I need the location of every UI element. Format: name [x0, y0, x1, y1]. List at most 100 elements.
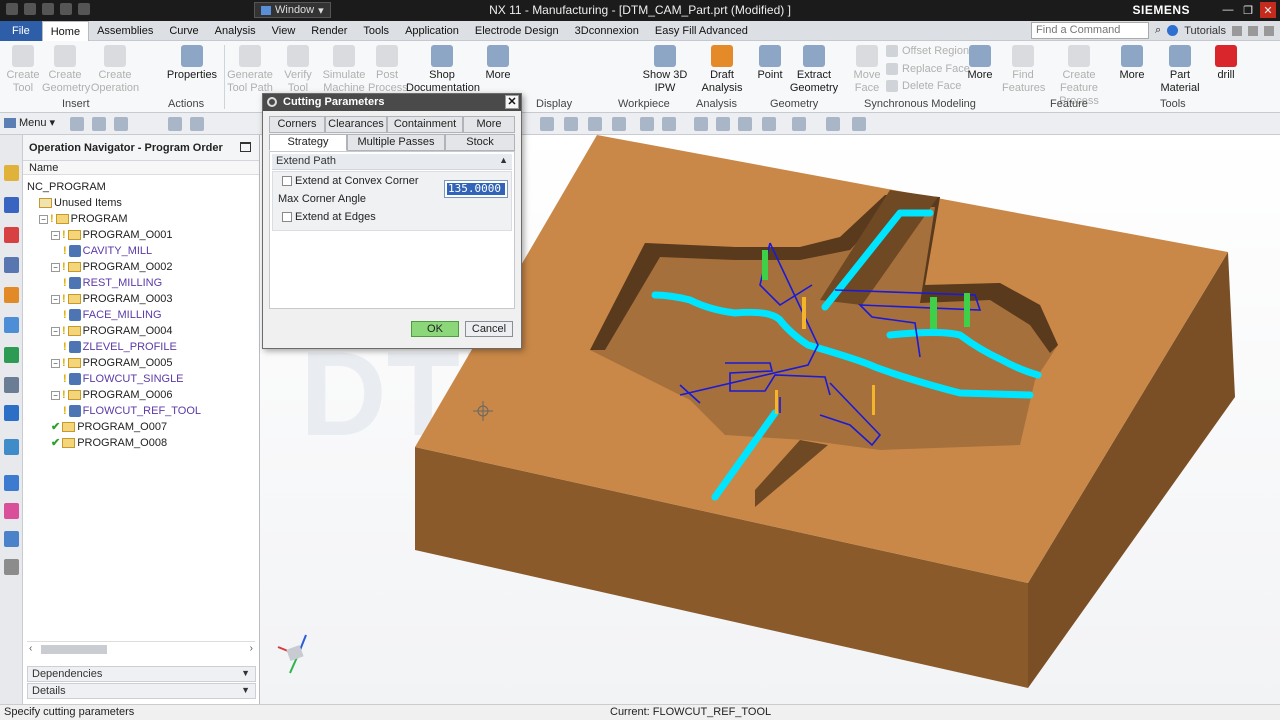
orient-icon[interactable] — [762, 117, 776, 131]
ribbon-minimize-icon[interactable] — [1232, 25, 1242, 36]
program-row[interactable]: NC_PROGRAM — [27, 179, 106, 195]
create-geometry-button[interactable]: Create Geometry — [42, 45, 90, 95]
tab-curve[interactable]: Curve — [161, 21, 206, 41]
zoom-icon[interactable] — [564, 117, 578, 131]
view-cube-icon[interactable] — [662, 117, 676, 131]
tab-corners[interactable]: Corners — [269, 116, 325, 133]
program-row[interactable]: −! PROGRAM_O003 — [51, 291, 173, 307]
details-panel[interactable]: Details ▼ — [27, 683, 256, 699]
history-icon[interactable] — [4, 317, 19, 333]
tab-multiple-passes[interactable]: Multiple Passes — [347, 134, 445, 151]
machine-tool-icon[interactable] — [4, 287, 19, 303]
draft-analysis-button[interactable]: Draft Analysis — [696, 45, 748, 95]
replace-face-button[interactable]: Replace Face — [886, 63, 970, 75]
tab-easy-fill-advanced[interactable]: Easy Fill Advanced — [647, 21, 756, 41]
tab-view[interactable]: View — [264, 21, 304, 41]
search-icon[interactable]: ⌕ — [1155, 24, 1161, 37]
collapse-icon[interactable]: − — [39, 214, 48, 224]
maximize-panel-button[interactable] — [240, 142, 251, 152]
type-filter-icon[interactable] — [70, 117, 84, 131]
ok-button[interactable]: OK — [411, 321, 459, 337]
tab-containment[interactable]: Containment — [387, 116, 463, 133]
horizontal-scrollbar[interactable]: ‹ › — [27, 641, 255, 655]
more-actions-button[interactable]: More — [482, 45, 514, 82]
drill-button[interactable]: drill — [1210, 45, 1242, 82]
fit-icon[interactable] — [540, 117, 554, 131]
operation-row[interactable]: ! ZLEVEL_PROFILE — [63, 339, 177, 355]
operation-row[interactable]: ! FLOWCUT_REF_TOOL — [63, 403, 201, 419]
dialog-close-button[interactable]: ✕ — [505, 95, 519, 109]
scrollbar-thumb[interactable] — [41, 645, 107, 654]
select-icon[interactable] — [168, 117, 182, 131]
collapse-icon[interactable]: − — [51, 230, 60, 240]
program-row[interactable]: −! PROGRAM — [39, 211, 128, 227]
operation-row[interactable]: ! FLOWCUT_SINGLE — [63, 371, 184, 387]
scroll-right-icon[interactable]: › — [250, 643, 253, 654]
more-feature-button[interactable]: More — [1116, 45, 1148, 82]
extract-geometry-button[interactable]: Extract Geometry — [786, 45, 842, 95]
manufacturing-wizard-icon[interactable] — [4, 531, 19, 547]
tab-analysis[interactable]: Analysis — [207, 21, 264, 41]
tab-more[interactable]: More — [463, 116, 515, 133]
restore-button[interactable]: ❐ — [1240, 2, 1256, 18]
web-browser-icon[interactable] — [4, 405, 19, 421]
properties-button[interactable]: Properties — [164, 45, 220, 82]
frame-icon[interactable] — [612, 117, 626, 131]
cancel-button[interactable]: Cancel — [465, 321, 513, 337]
program-row[interactable]: ✔ PROGRAM_O007 — [51, 419, 167, 435]
column-header-name[interactable]: Name — [23, 161, 259, 175]
more-sync-button[interactable]: More — [964, 45, 996, 82]
work-layer-icon[interactable] — [826, 117, 840, 131]
program-row[interactable]: Unused Items — [39, 195, 122, 211]
tab-render[interactable]: Render — [303, 21, 355, 41]
program-row[interactable]: −! PROGRAM_O004 — [51, 323, 173, 339]
tab-stock[interactable]: Stock — [445, 134, 515, 151]
zoom-window-icon[interactable] — [694, 117, 708, 131]
tab-assemblies[interactable]: Assemblies — [89, 21, 161, 41]
system-materials-icon[interactable] — [4, 377, 19, 393]
minimize-button[interactable]: — — [1220, 2, 1236, 18]
extend-convex-corner-checkbox[interactable] — [282, 176, 292, 186]
assembly-navigator-icon[interactable] — [4, 227, 19, 243]
show-hide-icon[interactable] — [852, 117, 866, 131]
offset-region-button[interactable]: Offset Region — [886, 45, 969, 57]
rotate-icon[interactable] — [738, 117, 752, 131]
simulate-machine-button[interactable]: Simulate Machine — [320, 45, 368, 95]
program-row[interactable]: −! PROGRAM_O002 — [51, 259, 173, 275]
delete-face-button[interactable]: Delete Face — [886, 80, 961, 92]
pan-icon[interactable] — [588, 117, 602, 131]
collapse-icon[interactable]: − — [51, 294, 60, 304]
program-row[interactable]: −! PROGRAM_O005 — [51, 355, 173, 371]
tab-application[interactable]: Application — [397, 21, 467, 41]
clock-icon[interactable] — [4, 475, 19, 491]
operation-row[interactable]: ! REST_MILLING — [63, 275, 162, 291]
snap-icon[interactable] — [114, 117, 128, 131]
create-tool-button[interactable]: Create Tool — [4, 45, 42, 95]
collapse-icon[interactable]: − — [51, 262, 60, 272]
dependencies-panel[interactable]: Dependencies ▼ — [27, 666, 256, 682]
operation-row[interactable]: ! FACE_MILLING — [63, 307, 162, 323]
tab-3dconnexion[interactable]: 3Dconnexion — [567, 21, 647, 41]
operation-navigator-icon[interactable] — [4, 197, 19, 213]
part-navigator-icon[interactable] — [4, 165, 19, 181]
max-corner-angle-input[interactable]: 135.0000 — [444, 180, 508, 198]
reuse-library-icon[interactable] — [4, 257, 19, 273]
close-button[interactable]: ✕ — [1260, 2, 1276, 18]
find-features-button[interactable]: Find Features — [1002, 45, 1045, 95]
tab-electrode-design[interactable]: Electrode Design — [467, 21, 567, 41]
tutorials-link[interactable]: Tutorials — [1184, 25, 1226, 37]
process-studio-icon[interactable] — [4, 503, 19, 519]
ribbon-restore-icon[interactable] — [1248, 25, 1258, 36]
roles-icon[interactable] — [4, 347, 19, 363]
part-material-button[interactable]: Part Material — [1156, 45, 1204, 95]
post-process-button[interactable]: Post Process — [368, 45, 408, 95]
operation-row[interactable]: ! CAVITY_MILL — [63, 243, 152, 259]
program-row[interactable]: ✔ PROGRAM_O008 — [51, 435, 167, 451]
tab-strategy[interactable]: Strategy — [269, 134, 347, 151]
tab-clearances[interactable]: Clearances — [325, 116, 387, 133]
generate-tool-path-button[interactable]: Generate Tool Path — [226, 45, 274, 95]
ribbon-close-icon[interactable] — [1264, 25, 1274, 36]
filter-icon[interactable] — [92, 117, 106, 131]
help-icon[interactable] — [1167, 25, 1179, 36]
extend-edges-checkbox[interactable] — [282, 212, 292, 222]
